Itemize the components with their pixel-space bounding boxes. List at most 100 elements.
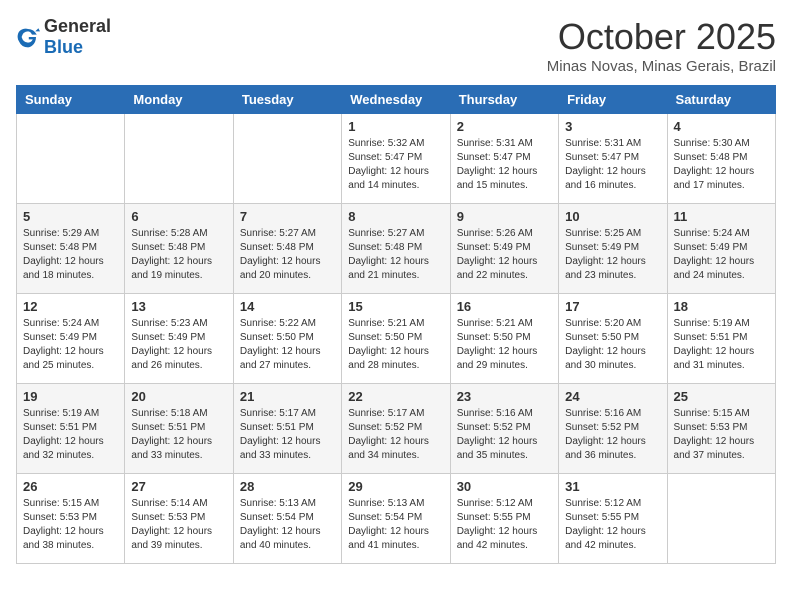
calendar-day-5: 5Sunrise: 5:29 AM Sunset: 5:48 PM Daylig… <box>17 204 125 294</box>
day-number: 25 <box>674 389 769 404</box>
calendar-day-14: 14 Sunrise: 5:22 AM Sunset: 5:50 PM Dayli… <box>233 294 341 384</box>
day-number: 1 <box>348 119 443 134</box>
day-info: Sunrise: 5:28 AM Sunset: 5:48 PM Dayligh… <box>131 227 226 283</box>
calendar-title-section: October 2025 Minas Novas, Minas Gerais, … <box>547 16 776 75</box>
weekday-header-thursday: Thursday <box>450 86 558 114</box>
day-number: 30 <box>457 479 552 494</box>
calendar-day-24: 24 Sunrise: 5:16 AM Sunset: 5:52 PM Dayli… <box>559 384 667 474</box>
day-info: Sunrise: 5:16 AM Sunset: 5:52 PM Dayligh… <box>457 407 552 463</box>
day-info: Sunrise: 5:25 AM Sunset: 5:49 PM Dayligh… <box>565 227 660 283</box>
page-header: General Blue October 2025 Minas Novas, M… <box>16 16 776 75</box>
day-number: 11 <box>674 209 769 224</box>
day-number: 22 <box>348 389 443 404</box>
calendar-day-22: 22 Sunrise: 5:17 AM Sunset: 5:52 PM Dayli… <box>342 384 450 474</box>
calendar-day-25: 25 Sunrise: 5:15 AM Sunset: 5:53 PM Dayli… <box>667 384 775 474</box>
calendar-day-7: 7Sunrise: 5:27 AM Sunset: 5:48 PM Daylig… <box>233 204 341 294</box>
calendar-day-27: 27 Sunrise: 5:14 AM Sunset: 5:53 PM Dayli… <box>125 474 233 564</box>
calendar-empty-cell <box>233 114 341 204</box>
calendar-day-8: 8Sunrise: 5:27 AM Sunset: 5:48 PM Daylig… <box>342 204 450 294</box>
day-info: Sunrise: 5:17 AM Sunset: 5:51 PM Dayligh… <box>240 407 335 463</box>
day-number: 19 <box>23 389 118 404</box>
calendar-day-29: 29 Sunrise: 5:13 AM Sunset: 5:54 PM Dayli… <box>342 474 450 564</box>
day-number: 17 <box>565 299 660 314</box>
day-info: Sunrise: 5:32 AM Sunset: 5:47 PM Dayligh… <box>348 137 443 193</box>
day-number: 13 <box>131 299 226 314</box>
day-info: Sunrise: 5:13 AM Sunset: 5:54 PM Dayligh… <box>240 497 335 553</box>
day-info: Sunrise: 5:13 AM Sunset: 5:54 PM Dayligh… <box>348 497 443 553</box>
day-number: 27 <box>131 479 226 494</box>
day-number: 18 <box>674 299 769 314</box>
month-title: October 2025 <box>547 16 776 58</box>
calendar-week-3: 12 Sunrise: 5:24 AM Sunset: 5:49 PM Dayli… <box>17 294 776 384</box>
day-info: Sunrise: 5:14 AM Sunset: 5:53 PM Dayligh… <box>131 497 226 553</box>
weekday-header-sunday: Sunday <box>17 86 125 114</box>
day-number: 14 <box>240 299 335 314</box>
day-number: 21 <box>240 389 335 404</box>
logo: General Blue <box>16 16 111 58</box>
day-info: Sunrise: 5:12 AM Sunset: 5:55 PM Dayligh… <box>565 497 660 553</box>
calendar-day-11: 11 Sunrise: 5:24 AM Sunset: 5:49 PM Dayli… <box>667 204 775 294</box>
calendar-week-4: 19 Sunrise: 5:19 AM Sunset: 5:51 PM Dayli… <box>17 384 776 474</box>
day-info: Sunrise: 5:31 AM Sunset: 5:47 PM Dayligh… <box>457 137 552 193</box>
day-info: Sunrise: 5:24 AM Sunset: 5:49 PM Dayligh… <box>674 227 769 283</box>
calendar-day-4: 4Sunrise: 5:30 AM Sunset: 5:48 PM Daylig… <box>667 114 775 204</box>
day-info: Sunrise: 5:22 AM Sunset: 5:50 PM Dayligh… <box>240 317 335 373</box>
day-info: Sunrise: 5:15 AM Sunset: 5:53 PM Dayligh… <box>674 407 769 463</box>
day-number: 10 <box>565 209 660 224</box>
calendar-day-3: 3 Sunrise: 5:31 AM Sunset: 5:47 PM Daylig… <box>559 114 667 204</box>
calendar-day-13: 13 Sunrise: 5:23 AM Sunset: 5:49 PM Dayli… <box>125 294 233 384</box>
day-info: Sunrise: 5:24 AM Sunset: 5:49 PM Dayligh… <box>23 317 118 373</box>
calendar-day-31: 31Sunrise: 5:12 AM Sunset: 5:55 PM Dayli… <box>559 474 667 564</box>
calendar-day-30: 30 Sunrise: 5:12 AM Sunset: 5:55 PM Dayli… <box>450 474 558 564</box>
day-info: Sunrise: 5:21 AM Sunset: 5:50 PM Dayligh… <box>457 317 552 373</box>
day-number: 2 <box>457 119 552 134</box>
day-info: Sunrise: 5:30 AM Sunset: 5:48 PM Dayligh… <box>674 137 769 193</box>
calendar-day-9: 9 Sunrise: 5:26 AM Sunset: 5:49 PM Daylig… <box>450 204 558 294</box>
calendar-day-2: 2 Sunrise: 5:31 AM Sunset: 5:47 PM Daylig… <box>450 114 558 204</box>
day-number: 28 <box>240 479 335 494</box>
calendar-day-10: 10 Sunrise: 5:25 AM Sunset: 5:49 PM Dayli… <box>559 204 667 294</box>
day-number: 12 <box>23 299 118 314</box>
calendar-empty-cell <box>17 114 125 204</box>
day-number: 24 <box>565 389 660 404</box>
calendar-day-6: 6 Sunrise: 5:28 AM Sunset: 5:48 PM Daylig… <box>125 204 233 294</box>
weekday-header-monday: Monday <box>125 86 233 114</box>
calendar-day-1: 1 Sunrise: 5:32 AM Sunset: 5:47 PM Daylig… <box>342 114 450 204</box>
day-info: Sunrise: 5:16 AM Sunset: 5:52 PM Dayligh… <box>565 407 660 463</box>
day-number: 8 <box>348 209 443 224</box>
weekday-header-wednesday: Wednesday <box>342 86 450 114</box>
day-info: Sunrise: 5:17 AM Sunset: 5:52 PM Dayligh… <box>348 407 443 463</box>
calendar-day-16: 16 Sunrise: 5:21 AM Sunset: 5:50 PM Dayli… <box>450 294 558 384</box>
day-info: Sunrise: 5:15 AM Sunset: 5:53 PM Dayligh… <box>23 497 118 553</box>
calendar-day-26: 26 Sunrise: 5:15 AM Sunset: 5:53 PM Dayli… <box>17 474 125 564</box>
calendar-table: SundayMondayTuesdayWednesdayThursdayFrid… <box>16 85 776 564</box>
day-info: Sunrise: 5:23 AM Sunset: 5:49 PM Dayligh… <box>131 317 226 373</box>
day-number: 29 <box>348 479 443 494</box>
calendar-day-15: 15Sunrise: 5:21 AM Sunset: 5:50 PM Dayli… <box>342 294 450 384</box>
day-info: Sunrise: 5:26 AM Sunset: 5:49 PM Dayligh… <box>457 227 552 283</box>
day-info: Sunrise: 5:19 AM Sunset: 5:51 PM Dayligh… <box>674 317 769 373</box>
calendar-day-21: 21 Sunrise: 5:17 AM Sunset: 5:51 PM Dayli… <box>233 384 341 474</box>
day-number: 5 <box>23 209 118 224</box>
day-number: 15 <box>348 299 443 314</box>
day-number: 7 <box>240 209 335 224</box>
day-info: Sunrise: 5:19 AM Sunset: 5:51 PM Dayligh… <box>23 407 118 463</box>
calendar-day-12: 12 Sunrise: 5:24 AM Sunset: 5:49 PM Dayli… <box>17 294 125 384</box>
day-number: 26 <box>23 479 118 494</box>
calendar-header-row: SundayMondayTuesdayWednesdayThursdayFrid… <box>17 86 776 114</box>
logo-general: General <box>44 16 111 36</box>
logo-blue: Blue <box>44 37 83 57</box>
calendar-empty-cell <box>667 474 775 564</box>
day-number: 3 <box>565 119 660 134</box>
day-info: Sunrise: 5:31 AM Sunset: 5:47 PM Dayligh… <box>565 137 660 193</box>
calendar-empty-cell <box>125 114 233 204</box>
day-number: 6 <box>131 209 226 224</box>
calendar-week-2: 5Sunrise: 5:29 AM Sunset: 5:48 PM Daylig… <box>17 204 776 294</box>
day-number: 9 <box>457 209 552 224</box>
calendar-day-28: 28 Sunrise: 5:13 AM Sunset: 5:54 PM Dayli… <box>233 474 341 564</box>
day-number: 16 <box>457 299 552 314</box>
day-info: Sunrise: 5:12 AM Sunset: 5:55 PM Dayligh… <box>457 497 552 553</box>
location-subtitle: Minas Novas, Minas Gerais, Brazil <box>547 58 776 75</box>
weekday-header-saturday: Saturday <box>667 86 775 114</box>
calendar-week-1: 1 Sunrise: 5:32 AM Sunset: 5:47 PM Daylig… <box>17 114 776 204</box>
